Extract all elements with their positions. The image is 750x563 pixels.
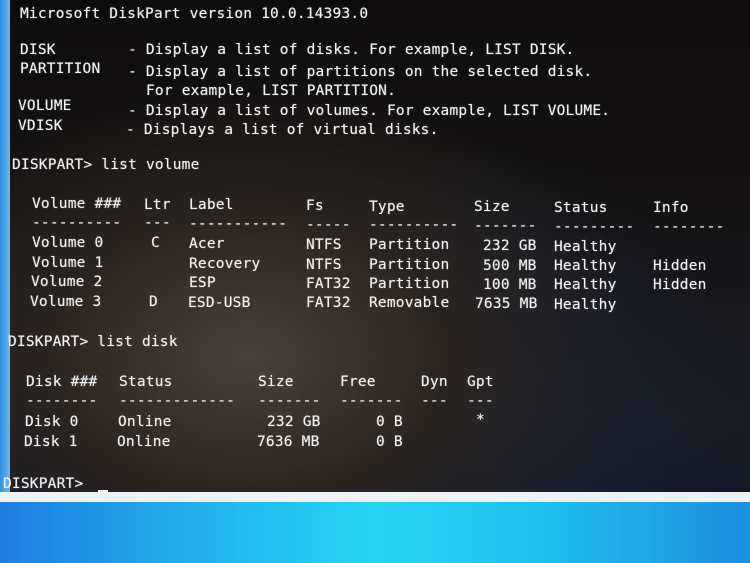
separator: ---------- (32, 215, 122, 231)
cell-disk: Disk 1 (24, 434, 78, 450)
col-disk: Disk ### (26, 374, 98, 390)
version-line: Microsoft DiskPart version 10.0.14393.0 (20, 6, 369, 22)
cell-fs: NTFS (306, 257, 342, 273)
cell-disk: Disk 0 (25, 414, 79, 430)
help-desc-partition: - Display a list of partitions on the se… (128, 64, 593, 80)
cell-size: 100 MB (483, 277, 537, 293)
cell-free: 0 B (376, 414, 403, 430)
cell-volume: Volume 3 (30, 294, 102, 310)
col-fs: Fs (306, 198, 324, 214)
col-status: Status (554, 200, 608, 216)
cell-info: Hidden (653, 258, 707, 274)
col-info: Info (653, 200, 689, 216)
cell-label: Acer (189, 236, 225, 252)
separator: ----- (306, 217, 351, 233)
desktop-background (0, 502, 750, 563)
text-cursor (98, 490, 108, 494)
cell-status: Online (118, 414, 172, 430)
separator: ------- (474, 218, 537, 234)
cell-ltr: D (149, 294, 158, 310)
cell-type: Partition (369, 276, 450, 292)
cell-label: Recovery (189, 256, 261, 272)
cell-status: Online (117, 434, 171, 450)
col-type: Type (369, 199, 405, 215)
help-desc-volume: - Display a list of volumes. For example… (128, 103, 611, 119)
window-bottom-border (0, 492, 750, 502)
cell-label: ESP (189, 275, 216, 291)
help-desc-vdisk: - Displays a list of virtual disks. (126, 122, 439, 138)
separator: ------- (340, 393, 403, 409)
cell-size: 232 GB (483, 238, 537, 254)
cell-free: 0 B (376, 434, 403, 450)
help-cmd-vdisk: VDISK (18, 118, 63, 134)
command-prompt[interactable]: DISKPART> (3, 476, 83, 492)
cell-status: Healthy (554, 277, 617, 293)
cell-size: 7636 MB (257, 434, 320, 450)
cell-type: Partition (369, 257, 450, 273)
cell-status: Healthy (554, 258, 617, 274)
cell-type: Removable (369, 295, 450, 311)
list-volume-command: DISKPART> list volume (12, 157, 200, 173)
cell-size: 232 GB (267, 414, 321, 430)
help-cmd-disk: DISK (20, 42, 56, 58)
cell-status: Healthy (554, 297, 617, 313)
cell-size: 7635 MB (475, 296, 538, 312)
separator: --- (421, 393, 448, 409)
separator: ---------- (369, 217, 459, 233)
col-status: Status (119, 374, 173, 390)
cell-label: ESD-USB (188, 295, 251, 311)
cell-volume: Volume 0 (32, 235, 104, 251)
separator: ------- (258, 393, 321, 409)
separator: --- (144, 215, 171, 231)
cell-info: Hidden (653, 277, 707, 293)
help-desc-partition-example: For example, LIST PARTITION. (146, 83, 397, 99)
col-gpt: Gpt (467, 374, 494, 390)
separator: --- (467, 393, 494, 409)
cell-ltr: C (151, 235, 160, 251)
col-size: Size (258, 374, 294, 390)
help-cmd-volume: VOLUME (18, 98, 72, 114)
col-free: Free (340, 374, 376, 390)
cell-type: Partition (369, 237, 450, 253)
separator: ------------- (119, 393, 236, 409)
help-desc-disk: - Display a list of disks. For example, … (128, 42, 575, 58)
cell-volume: Volume 1 (32, 255, 104, 271)
cell-fs: FAT32 (306, 276, 351, 292)
help-cmd-partition: PARTITION (20, 61, 101, 77)
col-dyn: Dyn (421, 374, 448, 390)
list-disk-command: DISKPART> list disk (8, 334, 178, 350)
separator: ----------- (189, 216, 288, 232)
cell-volume: Volume 2 (31, 274, 103, 290)
col-volume: Volume ### (32, 196, 122, 212)
cell-status: Healthy (554, 239, 617, 255)
cell-fs: FAT32 (306, 295, 351, 311)
cell-gpt: * (476, 412, 485, 428)
col-ltr: Ltr (144, 197, 171, 213)
col-size: Size (474, 199, 510, 215)
separator: -------- (26, 393, 98, 409)
cell-size: 500 MB (483, 258, 537, 274)
separator: -------- (653, 219, 725, 235)
cell-fs: NTFS (306, 237, 342, 253)
separator: --------- (554, 219, 635, 235)
col-label: Label (189, 197, 234, 213)
